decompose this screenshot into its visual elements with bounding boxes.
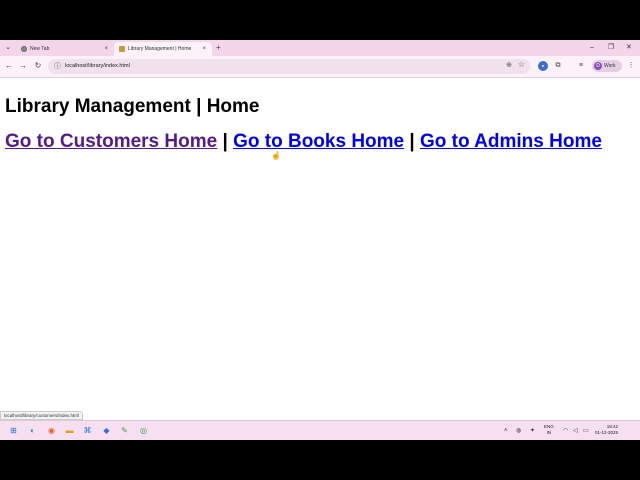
battery-icon[interactable]: ▭ <box>583 426 589 436</box>
wifi-icon[interactable]: ◠ <box>563 426 568 436</box>
new-tab-button[interactable]: + <box>216 42 221 54</box>
mouse-cursor-icon: ☝ <box>271 151 281 160</box>
link-separator: | <box>222 131 228 152</box>
tab-new-tab[interactable]: New Tab × <box>16 42 114 56</box>
avatar: D <box>594 62 602 70</box>
close-icon[interactable]: × <box>104 42 108 56</box>
chrome-icon[interactable]: ◎ <box>138 425 149 436</box>
restore-icon[interactable]: ❐ <box>608 42 614 54</box>
page-title: Library Management | Home <box>5 96 260 117</box>
tab-list-icon[interactable]: ⌄ <box>3 43 13 53</box>
customers-home-link[interactable]: Go to Customers Home <box>5 131 217 152</box>
date: 01-12-2025 <box>595 430 619 435</box>
volume-icon[interactable]: ◁ <box>573 426 578 436</box>
reload-icon[interactable]: ↻ <box>33 61 43 71</box>
profile-name: Work <box>604 63 616 69</box>
puzzle-icon[interactable]: ⧉ <box>553 61 563 71</box>
menu-icon[interactable]: ⋮ <box>626 61 636 71</box>
browser-window: ⌄ New Tab × Library Management | Home × … <box>0 40 640 440</box>
tab-library-home[interactable]: Library Management | Home × <box>114 42 212 56</box>
globe-icon <box>21 46 27 52</box>
tab-title: Library Management | Home <box>128 46 192 52</box>
tab-strip: ⌄ New Tab × Library Management | Home × … <box>0 40 640 56</box>
tab-title: New Tab <box>30 46 50 52</box>
site-info-icon[interactable]: ⓘ <box>54 61 61 71</box>
close-window-icon[interactable]: ✕ <box>626 42 632 54</box>
language-indicator[interactable]: ENG IN <box>544 424 554 436</box>
close-icon[interactable]: × <box>202 42 206 56</box>
region-code: IN <box>546 430 552 435</box>
nav-links: Go to Customers Home | Go to Books Home … <box>5 131 602 153</box>
windows-start-icon[interactable]: ⊞ <box>8 425 19 436</box>
link-separator: | <box>409 131 415 152</box>
address-bar[interactable]: ⓘ localhost/library/index.html ⊕ ☆ <box>48 59 530 74</box>
chevron-up-icon[interactable]: ˄ <box>504 426 508 436</box>
media-icon[interactable]: ≡ <box>576 61 586 71</box>
clock[interactable]: 18:42 01-12-2025 <box>595 424 618 436</box>
profile-button[interactable]: D Work <box>592 60 622 72</box>
tray-icon[interactable]: ✦ <box>530 426 535 436</box>
page-content <box>0 79 640 419</box>
books-home-link[interactable]: Go to Books Home <box>233 131 404 152</box>
admins-home-link[interactable]: Go to Admins Home <box>420 131 602 152</box>
star-icon[interactable]: ☆ <box>518 60 525 69</box>
library-favicon <box>119 46 125 52</box>
edge-icon[interactable]: ◐ <box>27 425 38 436</box>
folder-icon[interactable]: ▬ <box>64 425 75 436</box>
taskbar: ⊞ ◐ ◉ ▬ ⌘ ◆ ✎ ◎ ˄ ◍ ✦ ENG IN ◠ ◁ ▭ 18:42… <box>0 420 640 440</box>
back-icon[interactable]: ← <box>4 61 14 71</box>
app-icon[interactable]: ◆ <box>101 425 112 436</box>
minimize-icon[interactable]: – <box>590 42 594 54</box>
toolbar: ← → ↻ ⓘ localhost/library/index.html ⊕ ☆… <box>0 56 640 78</box>
vscode-icon[interactable]: ⌘ <box>82 425 93 436</box>
status-bar: localhost/library/customers/index.html <box>0 411 84 420</box>
firefox-icon[interactable]: ◉ <box>46 425 57 436</box>
forward-icon[interactable]: → <box>18 61 28 71</box>
app-icon[interactable]: ✎ <box>119 425 130 436</box>
tray-icon[interactable]: ◍ <box>516 426 521 436</box>
zoom-icon[interactable]: ⊕ <box>506 61 512 69</box>
url-text[interactable]: localhost/library/index.html <box>65 59 130 74</box>
extension-icon[interactable]: ● <box>538 61 548 71</box>
